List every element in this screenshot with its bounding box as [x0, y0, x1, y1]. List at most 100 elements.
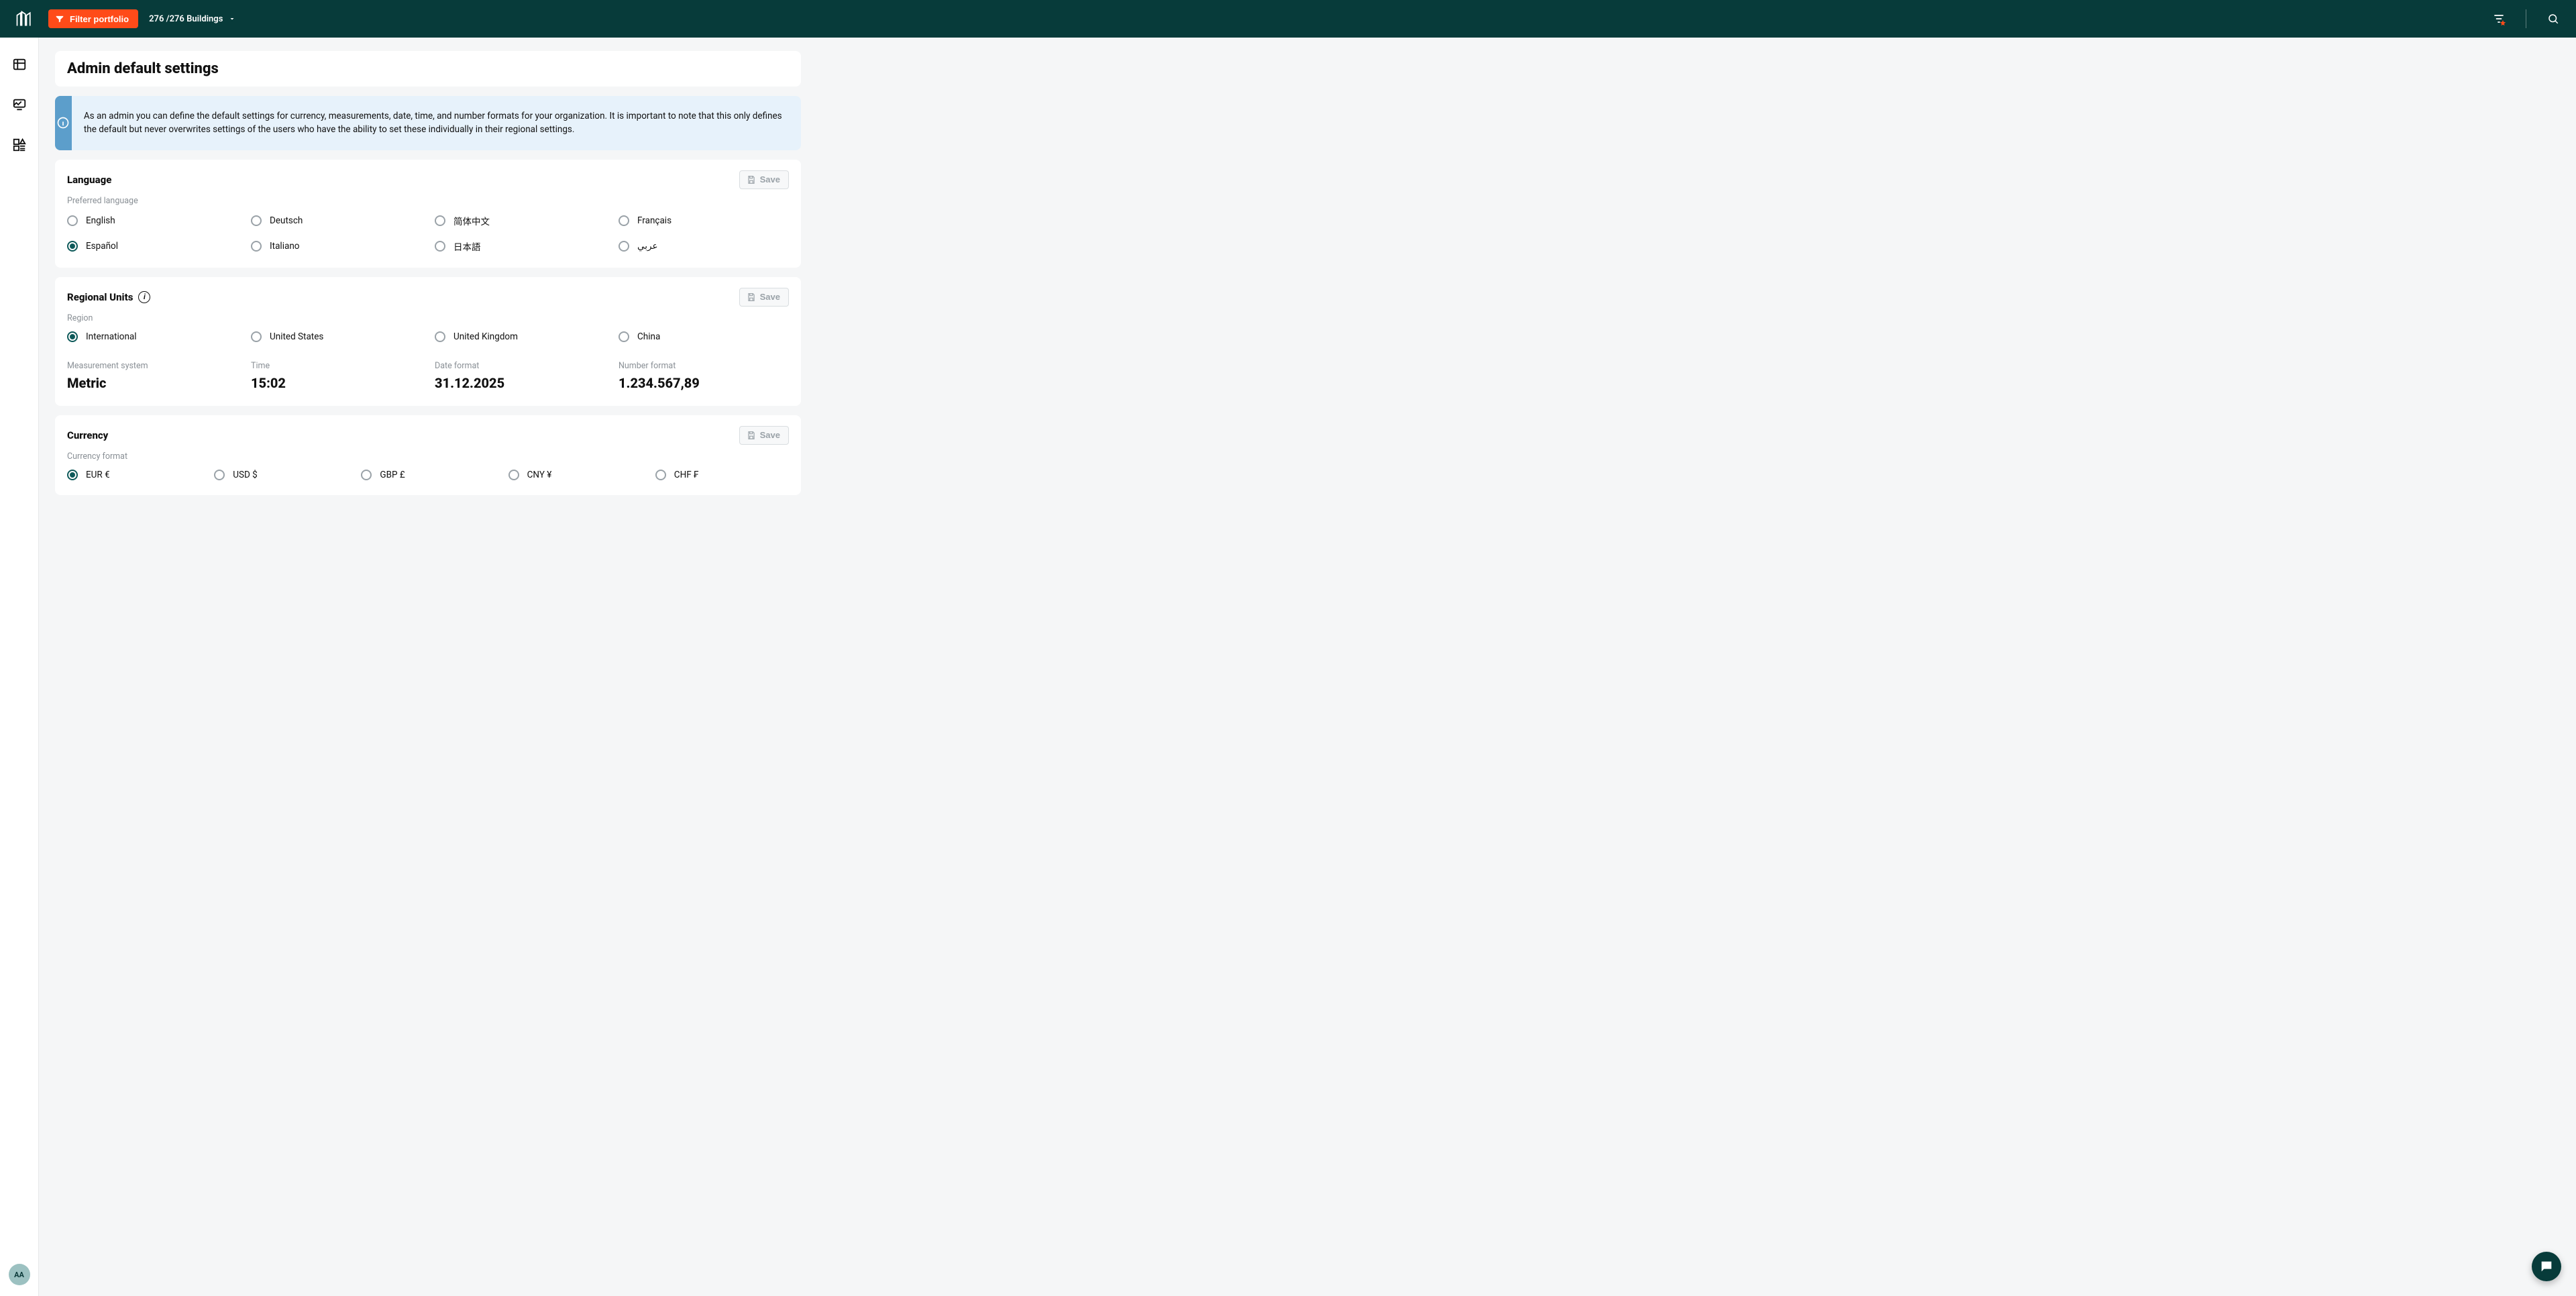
regional-option-label: United States	[270, 331, 323, 342]
currency-option[interactable]: GBP £	[361, 470, 494, 480]
radio-indicator	[214, 470, 225, 480]
radio-indicator	[251, 331, 262, 342]
kv-number-value: 1.234.567,89	[619, 375, 789, 391]
language-option-label: 日本語	[453, 239, 481, 253]
language-option[interactable]: Español	[67, 239, 237, 253]
chat-launcher[interactable]	[2532, 1252, 2561, 1281]
topbar: Filter portfolio 276 /276 Buildings	[0, 0, 2576, 38]
radio-indicator	[508, 470, 519, 480]
currency-option[interactable]: CNY ¥	[508, 470, 642, 480]
info-banner: As an admin you can define the default s…	[55, 96, 801, 150]
language-option[interactable]: Deutsch	[251, 214, 421, 227]
radio-indicator	[619, 215, 629, 226]
sidebar-nav-monitor[interactable]	[9, 94, 30, 115]
regional-option[interactable]: China	[619, 331, 789, 342]
filter-icon	[55, 14, 64, 23]
kv-date-label: Date format	[435, 361, 605, 371]
regional-option[interactable]: International	[67, 331, 237, 342]
search-icon	[2547, 13, 2559, 25]
radio-indicator	[361, 470, 372, 480]
table-icon	[12, 57, 27, 72]
building-count-dropdown[interactable]: 276 /276 Buildings	[149, 14, 236, 24]
kv-time-label: Time	[251, 361, 421, 371]
regional-option[interactable]: United States	[251, 331, 421, 342]
currency-option-label: USD $	[233, 470, 258, 480]
chevron-down-icon	[228, 15, 236, 23]
regional-save-label: Save	[760, 292, 780, 302]
radio-indicator	[251, 215, 262, 226]
language-title: Language	[67, 174, 111, 186]
radio-indicator	[67, 331, 78, 342]
language-option[interactable]: 简体中文	[435, 214, 605, 227]
info-banner-stripe	[55, 96, 72, 150]
info-banner-text: As an admin you can define the default s…	[72, 96, 801, 150]
left-sidebar: AA	[0, 38, 39, 1296]
regional-kv-row: Measurement system Metric Time 15:02 Dat…	[67, 361, 789, 391]
currency-option[interactable]: EUR €	[67, 470, 201, 480]
currency-option-label: CHF ₣	[674, 470, 699, 480]
save-icon	[747, 175, 756, 184]
radio-indicator	[435, 331, 445, 342]
regional-option-label: International	[86, 331, 137, 342]
currency-title: Currency	[67, 429, 108, 441]
kv-measurement: Measurement system Metric	[67, 361, 237, 391]
regional-card: Regional Units i Save Region Internation…	[55, 277, 801, 406]
regional-option-label: United Kingdom	[453, 331, 518, 342]
radio-indicator	[619, 331, 629, 342]
currency-option[interactable]: CHF ₣	[655, 470, 789, 480]
avatar-initials: AA	[14, 1271, 24, 1279]
sidebar-nav-widgets[interactable]	[9, 134, 30, 156]
kv-date: Date format 31.12.2025	[435, 361, 605, 391]
language-option-label: 简体中文	[453, 214, 490, 227]
regional-option[interactable]: United Kingdom	[435, 331, 605, 342]
monitor-icon	[12, 97, 27, 112]
radio-indicator	[619, 241, 629, 252]
regional-save-button[interactable]: Save	[739, 288, 789, 307]
avatar[interactable]: AA	[9, 1264, 30, 1285]
kv-time: Time 15:02	[251, 361, 421, 391]
shapes-icon	[12, 138, 27, 152]
language-option[interactable]: Français	[619, 214, 789, 227]
content-scroll[interactable]: Admin default settings As an admin you c…	[39, 38, 2576, 1296]
regional-title: Regional Units	[67, 291, 133, 303]
language-option[interactable]: 日本語	[435, 239, 605, 253]
language-option-label: Italiano	[270, 241, 300, 252]
save-icon	[747, 292, 756, 302]
filter-portfolio-label: Filter portfolio	[70, 14, 129, 24]
radio-indicator	[67, 215, 78, 226]
currency-save-button[interactable]: Save	[739, 426, 789, 445]
kv-number-label: Number format	[619, 361, 789, 371]
info-icon	[56, 116, 70, 129]
currency-option-label: CNY ¥	[527, 470, 552, 480]
language-options: English Deutsch 简体中文 Français Español Italian…	[67, 214, 789, 253]
kv-measurement-label: Measurement system	[67, 361, 237, 371]
language-option-label: English	[86, 215, 115, 226]
currency-options: EUR € USD $ GBP £ CNY ¥ CHF ₣	[67, 470, 789, 480]
kv-measurement-value: Metric	[67, 375, 237, 391]
kv-number: Number format 1.234.567,89	[619, 361, 789, 391]
currency-option[interactable]: USD $	[214, 470, 347, 480]
currency-sublabel: Currency format	[67, 451, 789, 462]
search-button[interactable]	[2541, 7, 2565, 31]
currency-save-label: Save	[760, 430, 780, 440]
save-icon	[747, 431, 756, 440]
radio-indicator	[435, 241, 445, 252]
filter-portfolio-button[interactable]: Filter portfolio	[48, 9, 138, 28]
radio-indicator	[67, 241, 78, 252]
currency-card: Currency Save Currency format EUR € USD $…	[55, 415, 801, 495]
language-option[interactable]: Italiano	[251, 239, 421, 253]
page-title: Admin default settings	[67, 60, 789, 77]
language-save-button[interactable]: Save	[739, 170, 789, 189]
app-logo[interactable]	[11, 9, 38, 28]
regional-info-icon[interactable]: i	[138, 291, 150, 303]
kv-date-value: 31.12.2025	[435, 375, 605, 391]
star-badge-icon	[2500, 19, 2506, 26]
title-card: Admin default settings	[55, 51, 801, 87]
radio-indicator	[67, 470, 78, 480]
sidebar-nav-table[interactable]	[9, 54, 30, 75]
language-option-label: Français	[637, 215, 672, 226]
language-option[interactable]: عربي	[619, 239, 789, 253]
language-option[interactable]: English	[67, 214, 237, 227]
language-option-label: Español	[86, 241, 118, 252]
bookmarks-button[interactable]	[2487, 7, 2511, 31]
